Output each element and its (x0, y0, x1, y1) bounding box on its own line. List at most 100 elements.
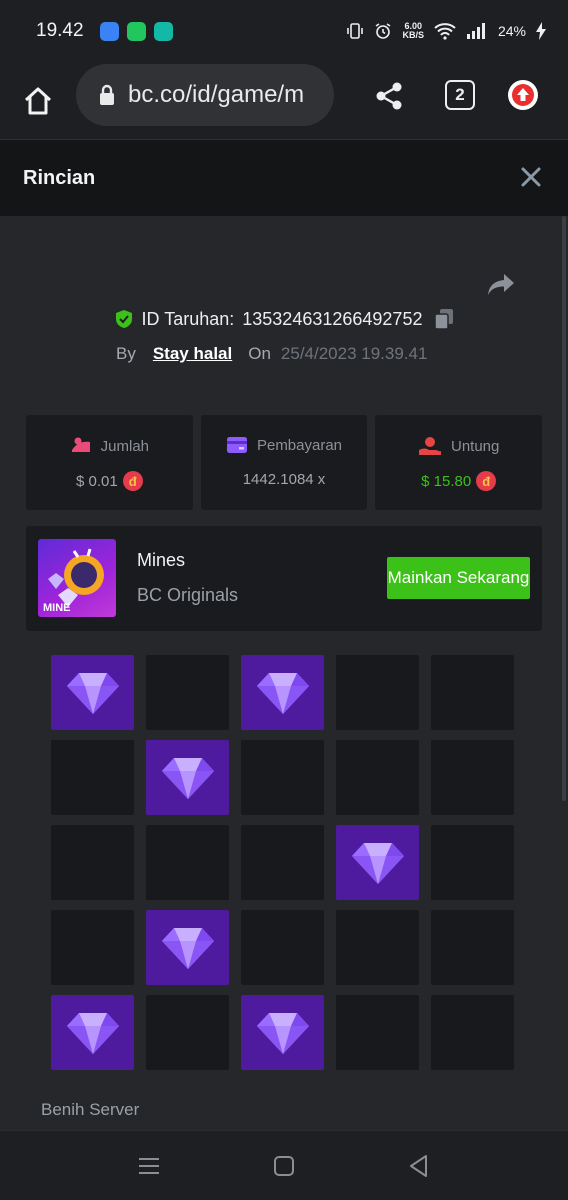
grid-tile-empty (146, 655, 229, 730)
bet-author-row: By Stay halal On 25/4/2023 19.39.41 (116, 344, 427, 364)
by-label: By (116, 344, 136, 363)
system-indicators: 6.00 KB/S 24% (346, 22, 546, 40)
grid-tile-empty (431, 825, 514, 900)
charging-icon (536, 22, 546, 40)
stat-card-payout: Pembayaran 1442.1084 x (200, 415, 368, 510)
game-thumbnail[interactable]: MINE (38, 539, 116, 617)
game-card: MINE Mines BC Originals Mainkan Sekarang (26, 526, 542, 631)
grid-tile-empty (51, 910, 134, 985)
bet-id-value: 135324631266492752 (242, 308, 423, 329)
grid-tile-empty (241, 825, 324, 900)
grid-tile-empty (431, 910, 514, 985)
browser-toolbar: bc.co/id/game/m 2 (0, 62, 568, 140)
grid-tile-empty (431, 740, 514, 815)
status-time: 19.42 (36, 20, 84, 41)
grid-tile-empty (336, 910, 419, 985)
modal-header: Rincian (0, 140, 568, 216)
signal-icon (466, 23, 485, 39)
grid-tile-gem (51, 655, 134, 730)
stat-value: 1442.1084 x (242, 471, 326, 488)
lock-icon (100, 84, 114, 105)
grid-tile-gem (51, 995, 134, 1070)
grid-tile-empty (336, 655, 419, 730)
stat-card-amount: Jumlah $ 0.01 đ (26, 415, 193, 510)
arrow-up-icon (512, 84, 534, 106)
share-icon (376, 82, 402, 110)
scrollbar[interactable] (562, 216, 566, 801)
bet-detail-panel: ID Taruhan: 135324631266492752 By Stay h… (0, 216, 568, 1130)
grid-tile-empty (431, 655, 514, 730)
gem-icon (256, 672, 309, 714)
url-text: bc.co/id/game/m (128, 81, 305, 108)
bet-id-label: ID Taruhan: (141, 308, 235, 329)
share-button[interactable] (372, 79, 406, 113)
address-bar[interactable]: bc.co/id/game/m (76, 64, 334, 126)
stat-label: Jumlah (100, 437, 150, 455)
hand-coin-icon (418, 437, 441, 455)
recent-apps-button[interactable] (136, 1153, 162, 1179)
coin-icon: đ (122, 471, 143, 491)
play-now-button[interactable]: Mainkan Sekarang (387, 557, 530, 599)
gem-icon (66, 1012, 119, 1054)
battery-percent: 24% (497, 23, 526, 39)
home-button[interactable] (18, 81, 58, 121)
mines-result-grid (51, 655, 514, 1070)
back-nav-button[interactable] (406, 1153, 432, 1179)
modal-title: Rincian (23, 166, 96, 189)
gem-icon (351, 842, 404, 884)
bet-date: 25/4/2023 19.39.41 (280, 344, 428, 363)
app-notification-icon (126, 21, 146, 41)
grid-tile-empty (241, 740, 324, 815)
alarm-icon (376, 23, 391, 39)
network-speed: 6.00 KB/S (402, 22, 424, 40)
verified-shield-icon (115, 310, 132, 328)
stat-label: Pembayaran (256, 436, 343, 454)
forward-arrow-icon (488, 274, 514, 295)
game-name: Mines (137, 550, 186, 570)
stat-card-profit: Untung $ 15.80 đ (375, 415, 543, 510)
status-bar: 19.42 6.00 KB/S 24% (0, 0, 568, 62)
grid-tile-gem (241, 995, 324, 1070)
home-icon (24, 87, 52, 114)
share-bet-button[interactable] (486, 272, 516, 298)
app-notification-icon (153, 21, 173, 41)
close-icon (521, 167, 541, 187)
network-speed-unit: KB/S (402, 30, 424, 40)
coin-icon: đ (476, 471, 497, 491)
close-button[interactable] (520, 166, 542, 188)
grid-tile-empty (51, 740, 134, 815)
gem-icon (256, 1012, 309, 1054)
grid-tile-empty (146, 825, 229, 900)
stat-value: $ 0.01 (75, 472, 118, 490)
card-icon (226, 437, 247, 453)
system-navigation-bar (0, 1130, 568, 1200)
server-seed-label: Benih Server (41, 1100, 140, 1119)
grid-tile-gem (146, 740, 229, 815)
game-thumbnail-label: MINE (43, 602, 71, 614)
username-link[interactable]: Stay halal (153, 344, 232, 364)
grid-tile-gem (146, 910, 229, 985)
on-label: On (248, 344, 271, 363)
gem-icon (161, 927, 214, 969)
grid-tile-empty (51, 825, 134, 900)
vibrate-icon (347, 23, 364, 39)
home-nav-button[interactable] (271, 1153, 297, 1179)
grid-tile-gem (241, 655, 324, 730)
gem-icon (66, 672, 119, 714)
grid-tile-empty (241, 910, 324, 985)
bet-stats: Jumlah $ 0.01 đ Pembayaran 1442.1084 x U… (26, 415, 543, 510)
copy-icon[interactable] (434, 308, 454, 330)
notification-icons (99, 21, 173, 41)
stat-label: Untung (450, 437, 500, 455)
grid-tile-empty (336, 740, 419, 815)
bet-id-row: ID Taruhan: 135324631266492752 (0, 308, 568, 330)
stat-value: $ 15.80 (421, 472, 472, 490)
game-provider: BC Originals (137, 585, 239, 605)
grid-tile-empty (336, 995, 419, 1070)
tab-switcher-button[interactable]: 2 (445, 80, 475, 110)
grid-tile-gem (336, 825, 419, 900)
browser-update-button[interactable] (508, 80, 538, 110)
gem-icon (161, 757, 214, 799)
grid-tile-empty (431, 995, 514, 1070)
app-notification-icon (99, 21, 119, 41)
